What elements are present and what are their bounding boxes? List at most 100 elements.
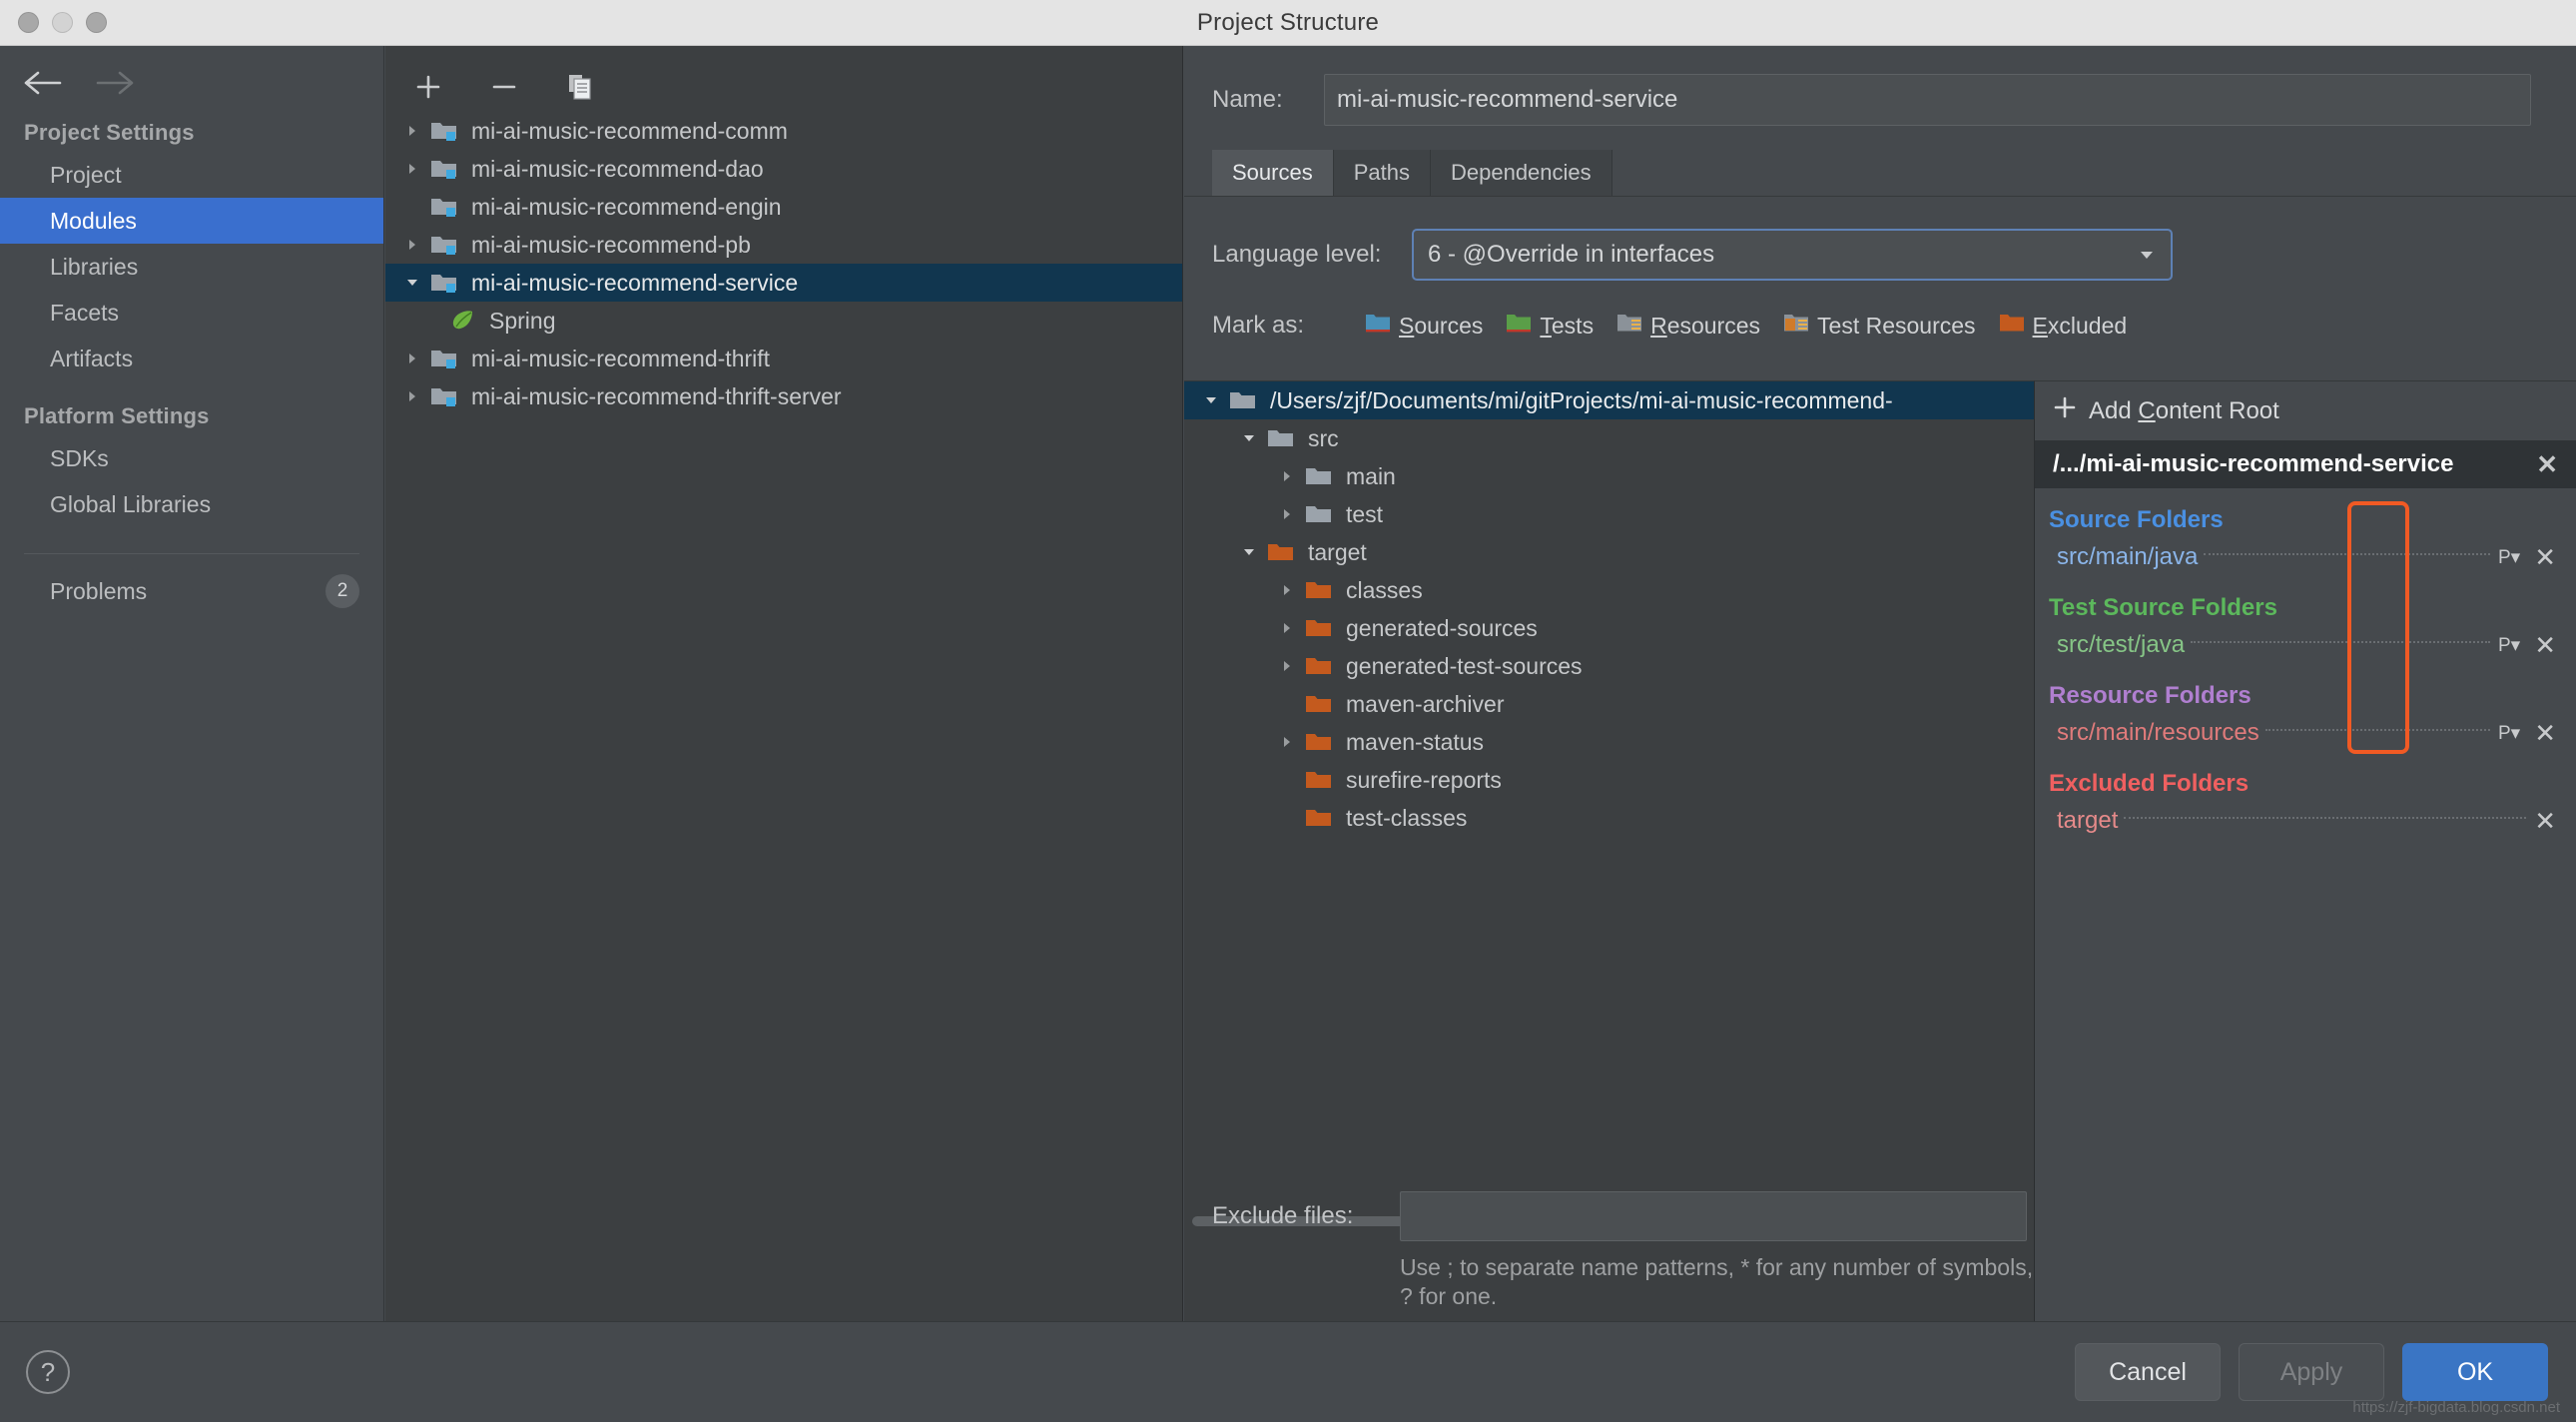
mark-as-test-resources-button[interactable]: Test Resources [1782, 311, 1976, 341]
remove-resource-folder-icon[interactable]: ✕ [2534, 720, 2556, 746]
mark-as-excluded-button[interactable]: Excluded [1998, 311, 2128, 341]
chevron-right-icon[interactable] [395, 351, 429, 366]
module-row-thrift-server[interactable]: mi-ai-music-recommend-thrift-server [385, 377, 1182, 415]
add-content-root-button[interactable]: Add Content Root [2035, 381, 2576, 440]
module-row-service[interactable]: mi-ai-music-recommend-service [385, 264, 1182, 302]
chevron-right-icon[interactable] [1270, 468, 1304, 484]
file-tree-row-content-root[interactable]: /Users/zjf/Documents/mi/gitProjects/mi-a… [1184, 381, 2034, 419]
chevron-down-icon[interactable] [1194, 392, 1228, 408]
chevron-right-icon[interactable] [1270, 734, 1304, 750]
file-tree-row-src[interactable]: src [1184, 419, 2034, 457]
chevron-right-icon[interactable] [1270, 620, 1304, 636]
file-tree-row-classes[interactable]: classes [1184, 571, 2034, 609]
file-tree-row-generated-sources[interactable]: generated-sources [1184, 609, 2034, 647]
folder-properties-button[interactable]: P▾ [2498, 634, 2520, 657]
module-row-dao[interactable]: mi-ai-music-recommend-dao [385, 150, 1182, 188]
module-label: mi-ai-music-recommend-dao [471, 156, 764, 183]
back-arrow-icon[interactable] [24, 68, 62, 98]
chevron-down-icon[interactable] [395, 275, 429, 291]
folder-orange-icon [1304, 653, 1338, 679]
copy-module-button[interactable] [562, 69, 598, 105]
sidebar-item-libraries[interactable]: Libraries [0, 244, 383, 290]
module-name-input[interactable]: mi-ai-music-recommend-service [1324, 74, 2531, 126]
add-content-root-label: Add Content Root [2089, 397, 2279, 425]
language-level-select[interactable]: 6 - @Override in interfaces [1412, 229, 2173, 281]
remove-test-source-folder-icon[interactable]: ✕ [2534, 632, 2556, 658]
remove-content-root-icon[interactable]: ✕ [2536, 451, 2558, 477]
remove-excluded-folder-icon[interactable]: ✕ [2534, 808, 2556, 834]
module-row-engin[interactable]: mi-ai-music-recommend-engin [385, 188, 1182, 226]
file-tree-row-surefire-reports[interactable]: surefire-reports [1184, 761, 2034, 799]
module-row-thrift[interactable]: mi-ai-music-recommend-thrift [385, 340, 1182, 377]
chevron-down-icon[interactable] [1232, 430, 1266, 446]
apply-button[interactable]: Apply [2239, 1343, 2384, 1401]
forward-arrow-icon[interactable] [96, 68, 134, 98]
rest-label: esources [1667, 313, 1760, 339]
chevron-right-icon[interactable] [395, 388, 429, 404]
sidebar-item-project[interactable]: Project [0, 152, 383, 198]
chevron-right-icon[interactable] [395, 237, 429, 253]
file-tree-row-test[interactable]: test [1184, 495, 2034, 533]
excluded-folder-item[interactable]: target ✕ [2035, 802, 2576, 840]
sidebar-item-modules[interactable]: Modules [0, 198, 383, 244]
rest-label: ontent Root [2156, 397, 2279, 424]
exclude-files-input[interactable] [1400, 1191, 2027, 1241]
folder-properties-button[interactable]: P▾ [2498, 722, 2520, 745]
file-tree-row-maven-status[interactable]: maven-status [1184, 723, 2034, 761]
mark-as-test-resources-label: Test Resources [1817, 313, 1976, 340]
source-folder-item[interactable]: src/main/java P▾ ✕ [2035, 538, 2576, 576]
file-tree-label: generated-sources [1346, 615, 1538, 642]
module-folder-icon [429, 232, 463, 258]
file-tree-row-target[interactable]: target [1184, 533, 2034, 571]
tab-paths[interactable]: Paths [1334, 150, 1431, 196]
chevron-down-icon[interactable] [1232, 544, 1266, 560]
chevron-right-icon[interactable] [1270, 506, 1304, 522]
sidebar-item-label: Libraries [50, 254, 138, 281]
tab-dependencies[interactable]: Dependencies [1431, 150, 1612, 196]
file-tree-row-maven-archiver[interactable]: maven-archiver [1184, 685, 2034, 723]
ok-button[interactable]: OK [2402, 1343, 2548, 1401]
mark-as-tests-button[interactable]: Tests [1505, 311, 1594, 341]
module-label: mi-ai-music-recommend-comm [471, 118, 788, 145]
sidebar-item-artifacts[interactable]: Artifacts [0, 336, 383, 381]
sidebar-item-problems[interactable]: Problems 2 [0, 566, 383, 616]
tab-sources[interactable]: Sources [1212, 150, 1334, 196]
mark-as-resources-button[interactable]: Resources [1615, 311, 1760, 341]
file-tree-row-test-classes[interactable]: test-classes [1184, 799, 2034, 837]
file-tree-label: main [1346, 463, 1396, 490]
file-tree-label: src [1308, 425, 1339, 452]
remove-source-folder-icon[interactable]: ✕ [2534, 544, 2556, 570]
module-detail-panel: Name: mi-ai-music-recommend-service Sour… [1184, 46, 2576, 1321]
module-row-pb[interactable]: mi-ai-music-recommend-pb [385, 226, 1182, 264]
file-tree-row-main[interactable]: main [1184, 457, 2034, 495]
modules-tree: mi-ai-music-recommend-comm mi-ai-music-r… [385, 108, 1182, 415]
group-title-excluded-folders: Excluded Folders [2035, 752, 2576, 802]
chevron-right-icon[interactable] [1270, 658, 1304, 674]
facet-row-spring[interactable]: Spring [385, 302, 1182, 340]
folder-gray-icon [1228, 387, 1262, 413]
dotted-leader [2204, 553, 2490, 555]
sidebar-item-global-libraries[interactable]: Global Libraries [0, 481, 383, 527]
test-source-folder-item[interactable]: src/test/java P▾ ✕ [2035, 626, 2576, 664]
cancel-button[interactable]: Cancel [2075, 1343, 2221, 1401]
folder-properties-button[interactable]: P▾ [2498, 546, 2520, 569]
help-button[interactable]: ? [26, 1350, 70, 1394]
mark-as-sources-button[interactable]: Sources [1364, 311, 1483, 341]
file-tree-row-generated-test-sources[interactable]: generated-test-sources [1184, 647, 2034, 685]
content-root-path: /.../mi-ai-music-recommend-service [2053, 450, 2453, 478]
chevron-right-icon[interactable] [1270, 582, 1304, 598]
folder-gray-icon [1266, 425, 1300, 451]
source-folder-path: src/main/java [2057, 543, 2198, 571]
sidebar-item-facets[interactable]: Facets [0, 290, 383, 336]
add-module-button[interactable] [410, 69, 446, 105]
file-tree-label: /Users/zjf/Documents/mi/gitProjects/mi-a… [1270, 387, 1893, 414]
module-row-comm[interactable]: mi-ai-music-recommend-comm [385, 112, 1182, 150]
sidebar-item-sdks[interactable]: SDKs [0, 435, 383, 481]
chevron-right-icon[interactable] [395, 123, 429, 139]
file-tree-label: test [1346, 501, 1383, 528]
module-label: mi-ai-music-recommend-thrift-server [471, 383, 842, 410]
folder-tests-icon [1505, 311, 1533, 341]
chevron-right-icon[interactable] [395, 161, 429, 177]
resource-folder-item[interactable]: src/main/resources P▾ ✕ [2035, 714, 2576, 752]
remove-module-button[interactable] [486, 69, 522, 105]
